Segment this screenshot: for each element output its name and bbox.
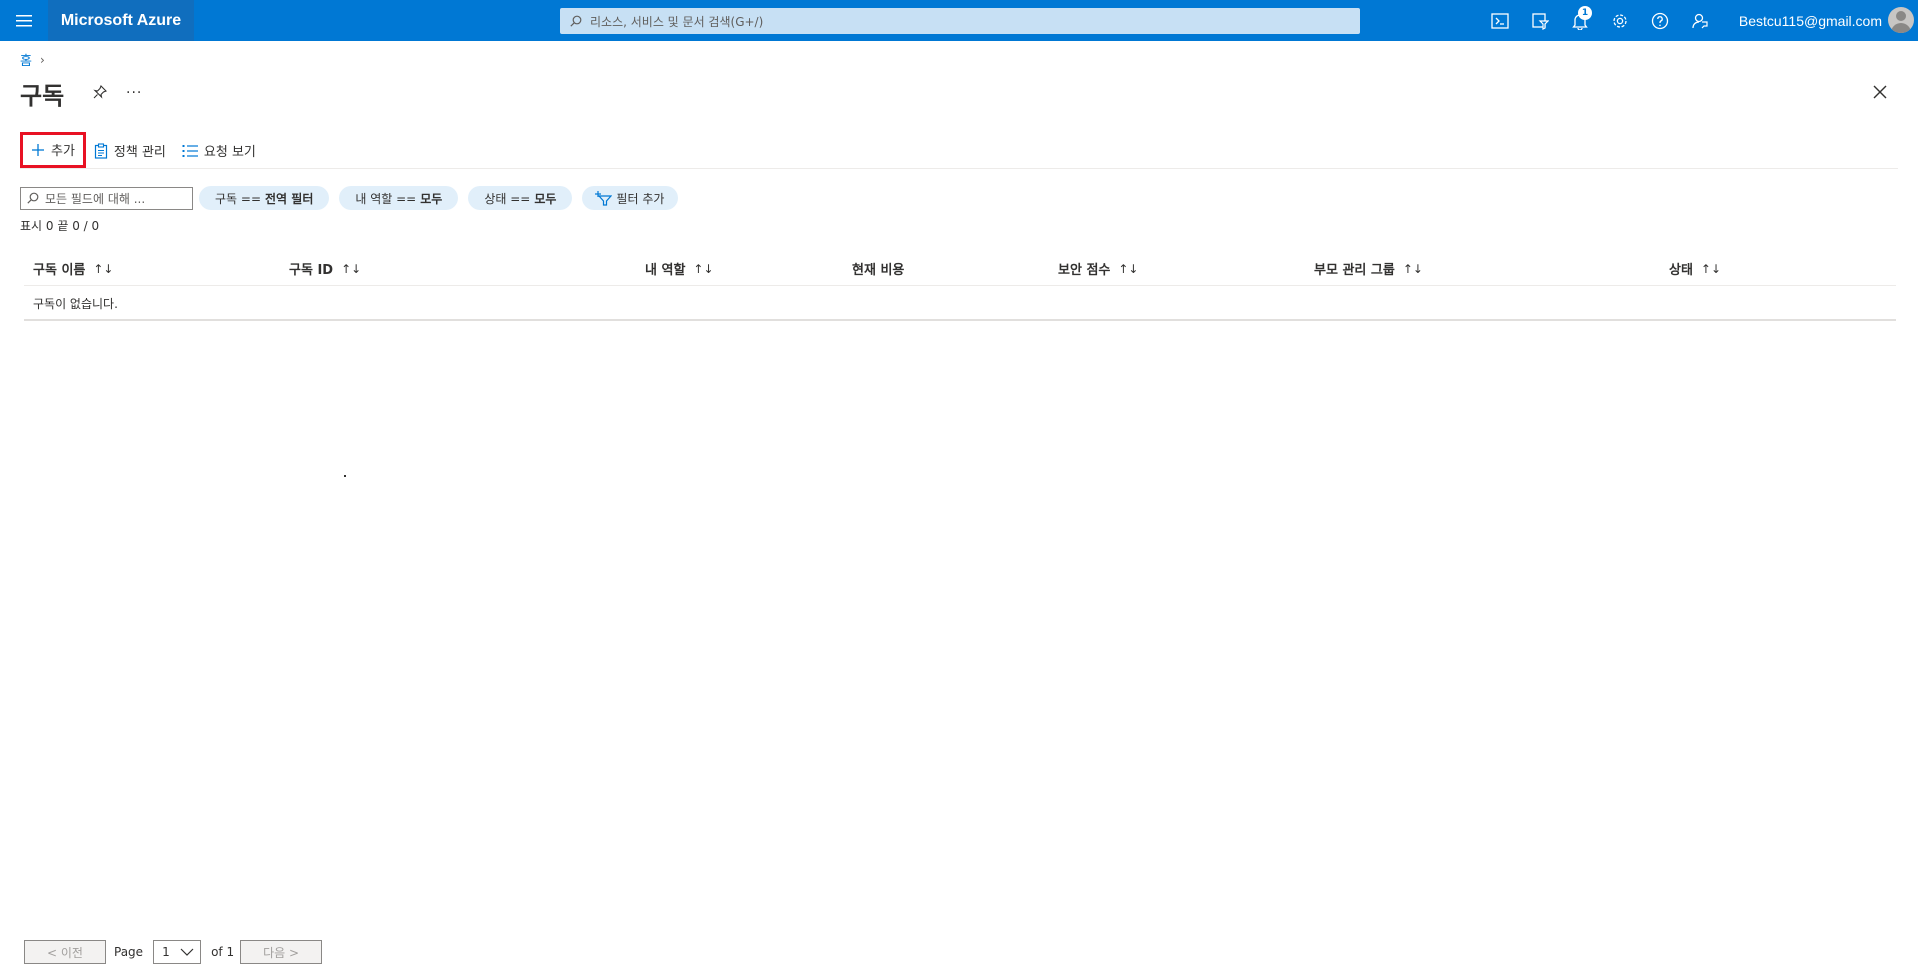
filter-pill-status[interactable]: 상태 == 모두 bbox=[468, 186, 573, 210]
list-icon bbox=[182, 144, 198, 157]
page-label: Page bbox=[114, 945, 144, 959]
record-count: 표시 0 끝 0 / 0 bbox=[20, 219, 100, 233]
command-bar: 추가 정책 관리 요청 보기 bbox=[20, 131, 1898, 169]
filter-pill-value: 전역 필터 bbox=[265, 191, 314, 206]
filter-pill-value: 모두 bbox=[420, 191, 443, 206]
subscriptions-table: 구독 이름 ↑↓ 구독 ID ↑↓ 내 역할 ↑↓ 현재 비용 보안 점수 ↑↓… bbox=[24, 255, 1896, 321]
filter-pill-key: 내 역할 == bbox=[355, 191, 417, 206]
more-options-button[interactable]: ··· bbox=[126, 85, 142, 101]
gear-icon bbox=[1613, 13, 1627, 28]
add-button-label: 추가 bbox=[51, 144, 75, 159]
clipboard-icon bbox=[94, 142, 108, 159]
column-header-subscription-id[interactable]: 구독 ID ↑↓ bbox=[289, 259, 362, 279]
search-placeholder: 리소스, 서비스 및 문서 검색(G+/) bbox=[590, 14, 764, 29]
add-button[interactable]: 추가 bbox=[20, 131, 86, 168]
sort-icon: ↑↓ bbox=[1700, 261, 1722, 276]
title-actions: ··· bbox=[92, 84, 142, 102]
filter-bar: 모든 필드에 대해 ... 구독 == 전역 필터 내 역할 == 모두 상태 … bbox=[20, 186, 688, 210]
directory-filter-button[interactable] bbox=[1520, 0, 1560, 41]
filter-search-placeholder: 모든 필드에 대해 ... bbox=[45, 191, 146, 206]
view-requests-label: 요청 보기 bbox=[203, 145, 256, 160]
filter-pill-key: 상태 == bbox=[484, 191, 531, 206]
avatar-body-icon bbox=[1891, 23, 1911, 33]
add-filter-label: 필터 추가 bbox=[616, 191, 665, 206]
add-filter-icon bbox=[595, 191, 613, 206]
directory-filter-icon bbox=[1532, 12, 1549, 30]
cloud-shell-icon bbox=[1491, 12, 1509, 29]
filter-pill-my-role[interactable]: 내 역할 == 모두 bbox=[339, 186, 459, 210]
sort-icon: ↑↓ bbox=[93, 261, 114, 276]
column-label: 구독 이름 bbox=[33, 263, 86, 278]
avatar-head-icon bbox=[1896, 11, 1906, 21]
sort-icon: ↑↓ bbox=[693, 261, 714, 276]
cloud-shell-button[interactable] bbox=[1480, 0, 1520, 41]
column-label: 내 역할 bbox=[645, 263, 686, 278]
breadcrumb: 홈 › bbox=[20, 50, 45, 70]
avatar[interactable] bbox=[1888, 7, 1914, 33]
previous-page-button[interactable]: < 이전 bbox=[24, 940, 106, 964]
chevron-right-icon: › bbox=[39, 52, 45, 67]
top-bar: Microsoft Azure 리소스, 서비스 및 문서 검색(G+/) 1 … bbox=[0, 0, 1918, 41]
top-bar-actions: 1 bbox=[1480, 0, 1720, 41]
column-header-status[interactable]: 상태 ↑↓ bbox=[1669, 259, 1722, 279]
search-icon bbox=[27, 192, 39, 204]
column-label: 부모 관리 그룹 bbox=[1314, 263, 1395, 278]
page-select[interactable]: 1 bbox=[153, 940, 202, 964]
add-filter-button[interactable]: 필터 추가 bbox=[582, 186, 679, 210]
feedback-icon bbox=[1692, 13, 1708, 28]
help-button[interactable] bbox=[1640, 0, 1680, 41]
pin-button[interactable] bbox=[92, 84, 110, 102]
filter-pill-key: 구독 == bbox=[215, 191, 262, 206]
page-of-label: of 1 bbox=[211, 945, 235, 959]
notifications-button[interactable]: 1 bbox=[1560, 0, 1600, 41]
close-icon[interactable] bbox=[1872, 84, 1888, 100]
sort-icon: ↑↓ bbox=[341, 261, 362, 276]
filter-search-input[interactable]: 모든 필드에 대해 ... bbox=[20, 186, 193, 210]
table-header: 구독 이름 ↑↓ 구독 ID ↑↓ 내 역할 ↑↓ 현재 비용 보안 점수 ↑↓… bbox=[24, 255, 1896, 286]
hamburger-icon bbox=[16, 14, 32, 26]
view-requests-button[interactable]: 요청 보기 bbox=[174, 136, 264, 166]
search-icon bbox=[570, 15, 582, 27]
column-label: 상태 bbox=[1669, 263, 1693, 278]
next-page-button[interactable]: 다음 > bbox=[240, 940, 323, 964]
page-title: 구독 bbox=[20, 82, 65, 110]
manage-policies-button[interactable]: 정책 관리 bbox=[86, 136, 174, 166]
filter-pill-value: 모두 bbox=[534, 191, 557, 206]
empty-message: 구독이 없습니다. bbox=[24, 286, 1896, 321]
column-header-current-cost: 현재 비용 bbox=[852, 259, 904, 278]
plus-icon bbox=[32, 143, 44, 156]
manage-policies-label: 정책 관리 bbox=[113, 145, 166, 160]
portal-menu-button[interactable] bbox=[0, 0, 48, 41]
filter-pill-subscription[interactable]: 구독 == 전역 필터 bbox=[199, 186, 330, 210]
help-icon bbox=[1651, 12, 1669, 29]
brand-link[interactable]: Microsoft Azure bbox=[48, 0, 194, 41]
column-header-my-role[interactable]: 내 역할 ↑↓ bbox=[645, 259, 714, 279]
column-header-secure-score[interactable]: 보안 점수 ↑↓ bbox=[1058, 259, 1139, 279]
column-header-subscription-name[interactable]: 구독 이름 ↑↓ bbox=[33, 259, 114, 279]
account-email: Bestcu115@gmail.com bbox=[1738, 12, 1882, 29]
feedback-button[interactable] bbox=[1680, 0, 1720, 41]
breadcrumb-home-link[interactable]: 홈 bbox=[20, 50, 32, 69]
column-header-parent-management-group[interactable]: 부모 관리 그룹 ↑↓ bbox=[1314, 259, 1423, 279]
settings-button[interactable] bbox=[1600, 0, 1640, 41]
stray-dot bbox=[344, 475, 346, 477]
pin-icon bbox=[93, 85, 107, 99]
global-search-input[interactable]: 리소스, 서비스 및 문서 검색(G+/) bbox=[560, 8, 1360, 34]
sort-icon: ↑↓ bbox=[1402, 261, 1423, 276]
page-select-value: 1 bbox=[162, 945, 170, 959]
column-label: 보안 점수 bbox=[1058, 263, 1111, 278]
account-menu[interactable]: Bestcu115@gmail.com bbox=[1739, 0, 1882, 41]
notification-badge: 1 bbox=[1578, 6, 1592, 20]
column-label: 구독 ID bbox=[289, 263, 334, 278]
column-label: 현재 비용 bbox=[852, 263, 905, 278]
chevron-down-icon bbox=[180, 948, 194, 956]
sort-icon: ↑↓ bbox=[1118, 261, 1139, 276]
pagination: < 이전 Page 1 of 1 다음 > bbox=[24, 940, 323, 964]
